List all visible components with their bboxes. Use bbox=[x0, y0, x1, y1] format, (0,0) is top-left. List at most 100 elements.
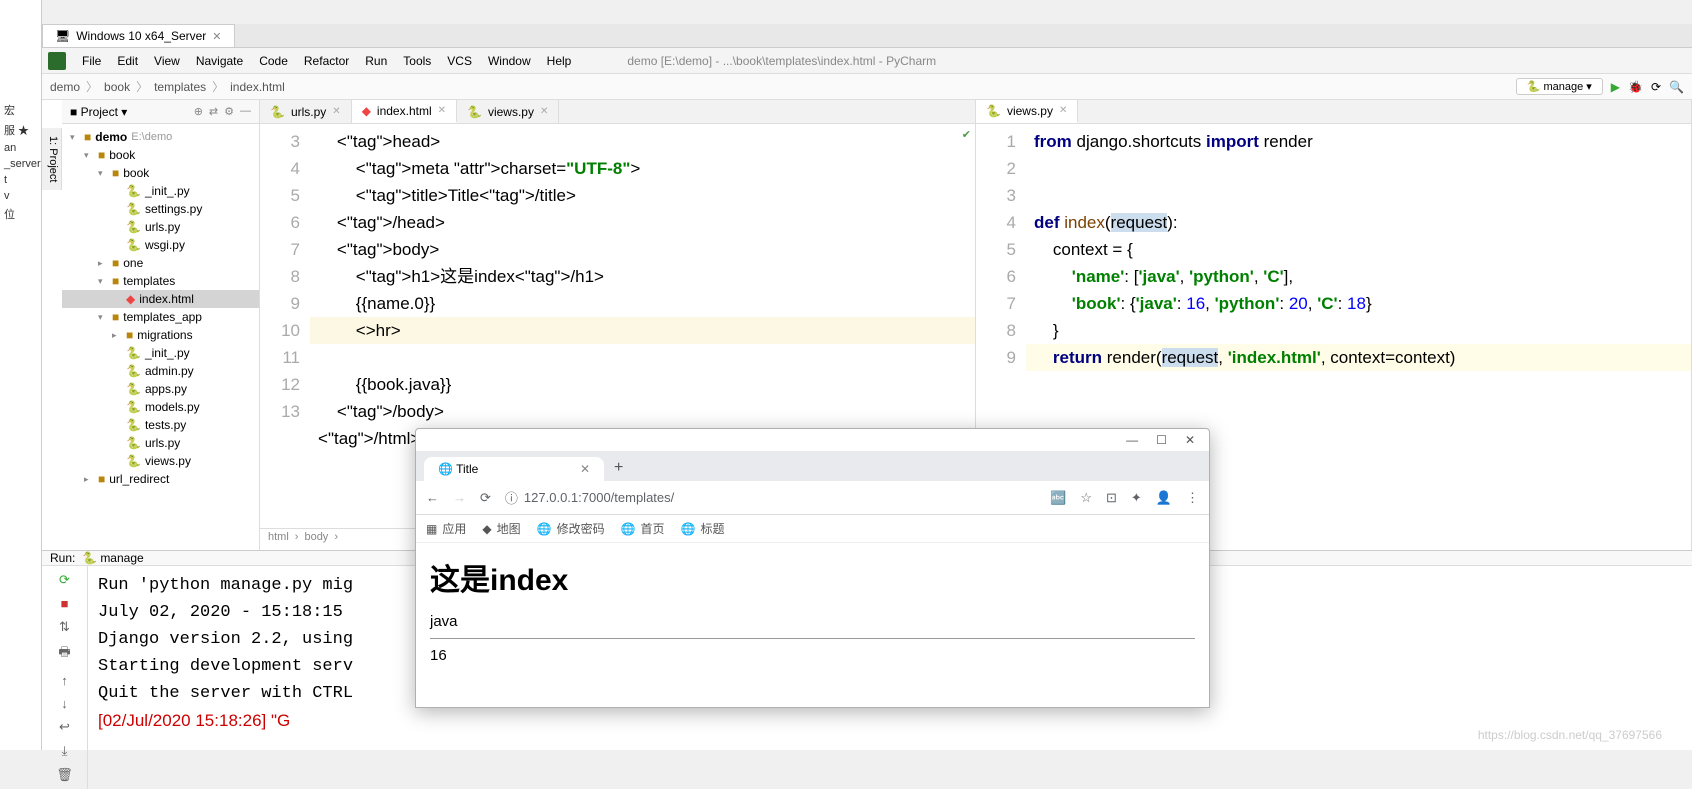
scroll-icon[interactable]: ⤓ bbox=[62, 743, 68, 759]
browser-tab[interactable]: 🌐 Title ✕ bbox=[424, 457, 604, 481]
run-icon[interactable]: ▶ bbox=[1611, 80, 1620, 94]
menu-run[interactable]: Run bbox=[357, 54, 395, 68]
trash-icon[interactable]: 🗑 bbox=[56, 767, 73, 783]
tree-item[interactable]: ◆ index.html bbox=[62, 290, 259, 308]
bookmark-pw[interactable]: 🌐 修改密码 bbox=[537, 520, 605, 537]
menu-edit[interactable]: Edit bbox=[109, 54, 146, 68]
vm-tab-label: Windows 10 x64_Server bbox=[76, 29, 206, 43]
stop-icon[interactable]: ■ bbox=[61, 596, 69, 611]
new-tab-button[interactable]: + bbox=[604, 455, 633, 481]
bookmark-map[interactable]: ◆ 地图 bbox=[482, 520, 520, 537]
url-bar[interactable]: ⓘ 127.0.0.1:7000/templates/ bbox=[505, 488, 1036, 507]
maximize-icon[interactable]: ☐ bbox=[1156, 433, 1167, 447]
tree-item[interactable]: 🐍 models.py bbox=[62, 398, 259, 416]
expand-icon[interactable]: ⇄ bbox=[209, 105, 218, 118]
bookmark-home[interactable]: 🌐 首页 bbox=[621, 520, 665, 537]
menu-view[interactable]: View bbox=[146, 54, 188, 68]
host-left-sidebar: 宏服 ★ an_server tv 位 bbox=[0, 0, 42, 750]
page-text-2: 16 bbox=[430, 647, 1195, 664]
tree-item[interactable]: 🐍 urls.py bbox=[62, 434, 259, 452]
tree-item[interactable]: 🐍 _init_.py bbox=[62, 344, 259, 362]
browser-viewport: 这是index java 16 bbox=[416, 543, 1209, 682]
menu-icon[interactable]: ⋮ bbox=[1186, 490, 1199, 506]
down-icon[interactable]: ↓ bbox=[61, 696, 68, 711]
project-tool-tab[interactable]: 1: Project bbox=[42, 128, 62, 190]
crumb-0[interactable]: demo bbox=[50, 80, 80, 94]
crumb-1[interactable]: book bbox=[104, 80, 130, 94]
tree-item[interactable]: 🐍 tests.py bbox=[62, 416, 259, 434]
debug-icon[interactable]: 🐞 bbox=[1628, 80, 1643, 94]
run-toolbar: ⟳ ■ ⇅ 🖶 ↑ ↓ ↩ ⤓ 🗑 bbox=[42, 566, 88, 789]
run-config-selector[interactable]: 🐍 manage ▾ bbox=[1516, 78, 1603, 95]
translate-icon[interactable]: 🔤 bbox=[1050, 490, 1066, 506]
tree-item[interactable]: ▾■ book bbox=[62, 146, 259, 164]
back-icon[interactable]: ← bbox=[426, 490, 439, 505]
tree-item[interactable]: 🐍 _init_.py bbox=[62, 182, 259, 200]
crumb-2[interactable]: templates bbox=[154, 80, 206, 94]
tree-item[interactable]: 🐍 settings.py bbox=[62, 200, 259, 218]
tree-item[interactable]: 🐍 urls.py bbox=[62, 218, 259, 236]
star-icon[interactable]: ☆ bbox=[1080, 490, 1092, 506]
bookmark-title[interactable]: 🌐 标题 bbox=[681, 520, 725, 537]
run-config-name[interactable]: manage bbox=[100, 551, 143, 565]
tab-index-html[interactable]: ◆index.html✕ bbox=[352, 100, 457, 123]
wrap-icon[interactable]: ↩ bbox=[59, 719, 70, 735]
apps-icon[interactable]: ▦ 应用 bbox=[426, 520, 466, 537]
tree-item[interactable]: ▾■ templates_app bbox=[62, 308, 259, 326]
minimize-icon[interactable]: — bbox=[1126, 433, 1138, 447]
tab-views-right[interactable]: 🐍views.py✕ bbox=[976, 100, 1078, 123]
crumb-3[interactable]: index.html bbox=[230, 80, 285, 94]
menu-code[interactable]: Code bbox=[251, 54, 296, 68]
tree-item[interactable]: 🐍 apps.py bbox=[62, 380, 259, 398]
profile-icon[interactable]: 👤 bbox=[1156, 490, 1172, 506]
vm-tab[interactable]: 🖥 Windows 10 x64_Server ✕ bbox=[42, 24, 235, 47]
close-icon[interactable]: ✕ bbox=[212, 30, 221, 43]
left-gutter: 345678910111213 bbox=[260, 124, 310, 528]
info-icon[interactable]: ⓘ bbox=[505, 488, 518, 507]
tree-root[interactable]: ▾■ demo E:\demo bbox=[62, 128, 259, 146]
gear-icon[interactable]: ⚙ bbox=[224, 105, 234, 118]
menu-help[interactable]: Help bbox=[539, 54, 580, 68]
page-h1: 这是index bbox=[430, 555, 1195, 599]
up-icon[interactable]: ↑ bbox=[61, 673, 68, 688]
tab-views[interactable]: 🐍views.py✕ bbox=[457, 100, 559, 123]
run-more-icon[interactable]: ⟳ bbox=[1651, 80, 1661, 94]
tree-item[interactable]: ▸■ one bbox=[62, 254, 259, 272]
tab-urls[interactable]: 🐍urls.py✕ bbox=[260, 100, 352, 123]
extensions-icon[interactable]: ✦ bbox=[1131, 490, 1142, 506]
hide-icon[interactable]: — bbox=[240, 105, 251, 118]
tree-item[interactable]: ▾■ templates bbox=[62, 272, 259, 290]
bookmarks-bar: ▦ 应用 ◆ 地图 🌐 修改密码 🌐 首页 🌐 标题 bbox=[416, 515, 1209, 543]
close-icon[interactable]: ✕ bbox=[1185, 433, 1195, 447]
close-icon[interactable]: ✕ bbox=[332, 106, 340, 117]
print-icon[interactable]: 🖶 bbox=[58, 643, 70, 665]
tree-item[interactable]: ▸■ url_redirect bbox=[62, 470, 259, 488]
menu-tools[interactable]: Tools bbox=[395, 54, 439, 68]
collapse-icon[interactable]: ⊕ bbox=[194, 105, 203, 118]
menu-window[interactable]: Window bbox=[480, 54, 539, 68]
toolbar-icon[interactable]: 🔍 bbox=[1669, 80, 1684, 94]
menu-navigate[interactable]: Navigate bbox=[188, 54, 251, 68]
tree-item[interactable]: 🐍 views.py bbox=[62, 452, 259, 470]
close-icon[interactable]: ✕ bbox=[580, 462, 590, 476]
close-icon[interactable]: ✕ bbox=[438, 105, 446, 116]
tree-item[interactable]: ▾■ book bbox=[62, 164, 259, 182]
check-icon: ✔ bbox=[962, 128, 971, 141]
url-text: 127.0.0.1:7000/templates/ bbox=[524, 490, 674, 505]
close-icon[interactable]: ✕ bbox=[1059, 105, 1067, 116]
tree-item[interactable]: 🐍 wsgi.py bbox=[62, 236, 259, 254]
vm-tab-bar: 🖥 Windows 10 x64_Server ✕ bbox=[42, 24, 1692, 48]
install-icon[interactable]: ⊡ bbox=[1106, 490, 1117, 506]
close-icon[interactable]: ✕ bbox=[540, 106, 548, 117]
toggle-icon[interactable]: ⇅ bbox=[59, 619, 70, 635]
tree-item[interactable]: 🐍 admin.py bbox=[62, 362, 259, 380]
menu-refactor[interactable]: Refactor bbox=[296, 54, 357, 68]
tree-item[interactable]: ▸■ migrations bbox=[62, 326, 259, 344]
menu-vcs[interactable]: VCS bbox=[439, 54, 480, 68]
reload-icon[interactable]: ⟳ bbox=[480, 490, 491, 506]
forward-icon[interactable]: → bbox=[453, 490, 466, 505]
project-panel: ■ Project ▾ ⊕⇄⚙— ▾■ demo E:\demo ▾■ book… bbox=[62, 100, 260, 550]
project-tree[interactable]: ▾■ demo E:\demo ▾■ book▾■ book🐍 _init_.p… bbox=[62, 124, 259, 550]
rerun-icon[interactable]: ⟳ bbox=[59, 572, 70, 588]
menu-file[interactable]: File bbox=[74, 54, 109, 68]
